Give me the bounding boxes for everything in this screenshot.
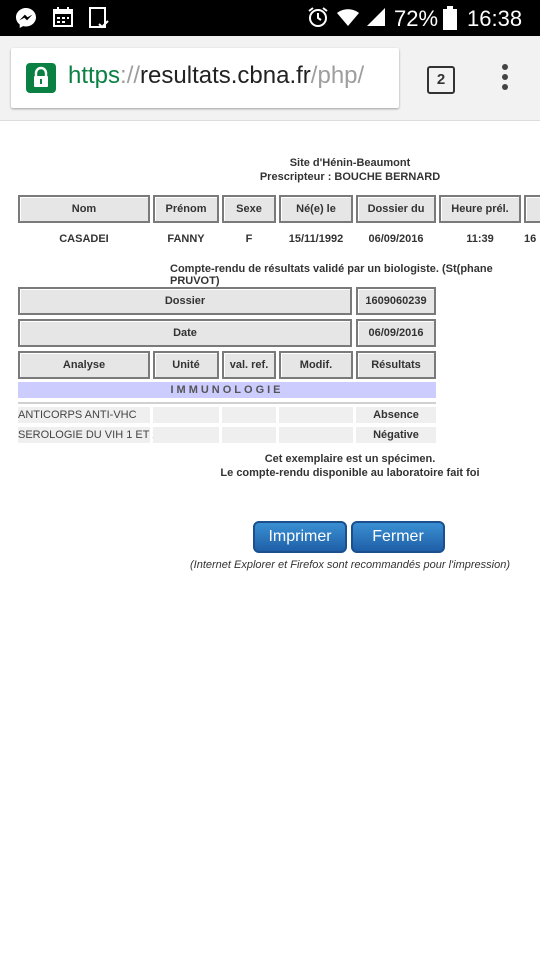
calendar-icon bbox=[53, 7, 73, 27]
overflow-menu-icon[interactable] bbox=[500, 64, 510, 96]
patient-sexe: F bbox=[245, 233, 253, 245]
signal-icon bbox=[367, 8, 385, 26]
alarm-icon bbox=[308, 7, 328, 27]
patient-nom: CASADEI bbox=[59, 233, 109, 245]
result-val-ref bbox=[222, 427, 276, 443]
header-heure: Heure prél. bbox=[439, 195, 521, 223]
header-modif: Modif. bbox=[279, 351, 353, 379]
url-host: resultats.cbna.fr bbox=[140, 62, 311, 89]
result-value: Négative bbox=[356, 427, 436, 443]
result-modif bbox=[279, 407, 353, 423]
section-divider bbox=[18, 402, 436, 404]
url-text[interactable]: https://resultats.cbna.fr/php/ bbox=[68, 62, 364, 90]
address-bar[interactable]: https://resultats.cbna.fr/php/ bbox=[11, 48, 399, 108]
dossier-label: Dossier bbox=[18, 287, 352, 315]
header-prenom: Prénom bbox=[153, 195, 219, 223]
header-val-ref: val. ref. bbox=[222, 351, 276, 379]
clipboard-check-icon bbox=[89, 7, 109, 29]
result-analyse: SEROLOGIE DU VIH 1 ET 2 bbox=[18, 427, 159, 443]
specimen-line-1: Cet exemplaire est un spécimen. bbox=[264, 453, 436, 465]
date-value: 06/09/2016 bbox=[356, 319, 436, 347]
close-button[interactable]: Fermer bbox=[351, 521, 445, 553]
battery-percent: 72% bbox=[394, 6, 439, 31]
battery-icon bbox=[443, 6, 457, 30]
patient-prenom: FANNY bbox=[167, 233, 205, 245]
section-immunologie: IMMUNOLOGIE bbox=[18, 382, 436, 398]
lock-icon bbox=[26, 63, 56, 93]
specimen-line-2: Le compte-rendu disponible au laboratoir… bbox=[220, 467, 480, 479]
header-sexe: Sexe bbox=[222, 195, 276, 223]
header-nom: Nom bbox=[18, 195, 150, 223]
header-extra bbox=[524, 195, 540, 223]
result-val-ref bbox=[222, 407, 276, 423]
result-unite bbox=[153, 407, 219, 423]
url-path: /php/ bbox=[310, 62, 365, 89]
patient-birthdate: 15/11/1992 bbox=[288, 233, 344, 245]
result-modif bbox=[279, 427, 353, 443]
dossier-value: 1609060239 bbox=[356, 287, 436, 315]
header-birthdate: Né(e) le bbox=[279, 195, 353, 223]
patient-heure: 11:39 bbox=[466, 233, 494, 245]
url-separator: :// bbox=[120, 62, 141, 89]
result-value: Absence bbox=[356, 407, 436, 423]
url-protocol: https bbox=[68, 62, 121, 89]
browser-toolbar: https://resultats.cbna.fr/php/ 2 bbox=[0, 36, 540, 121]
prescriber: Prescripteur : BOUCHE BERNARD bbox=[259, 171, 441, 183]
patient-dossier-date: 06/09/2016 bbox=[368, 233, 424, 245]
header-resultats: Résultats bbox=[356, 351, 436, 379]
patient-extra: 16 bbox=[524, 233, 537, 245]
wifi-icon bbox=[337, 9, 359, 26]
tab-switcher-button[interactable]: 2 bbox=[427, 66, 455, 94]
validation-note-text: Compte-rendu de résultats validé par un … bbox=[170, 263, 493, 287]
print-button[interactable]: Imprimer bbox=[253, 521, 347, 553]
result-unite bbox=[153, 427, 219, 443]
messenger-icon bbox=[16, 8, 36, 28]
date-label: Date bbox=[18, 319, 352, 347]
header-unite: Unité bbox=[153, 351, 219, 379]
site-name: Site d'Hénin-Beaumont bbox=[289, 157, 411, 169]
header-dossier-du: Dossier du bbox=[356, 195, 436, 223]
clock: 16:38 bbox=[467, 6, 523, 31]
result-analyse: ANTICORPS ANTI-VHC bbox=[18, 407, 150, 423]
status-bar: 72% 16:38 bbox=[0, 0, 540, 36]
browser-recommendation: (Internet Explorer et Firefox sont recom… bbox=[189, 559, 510, 571]
header-analyse: Analyse bbox=[18, 351, 150, 379]
